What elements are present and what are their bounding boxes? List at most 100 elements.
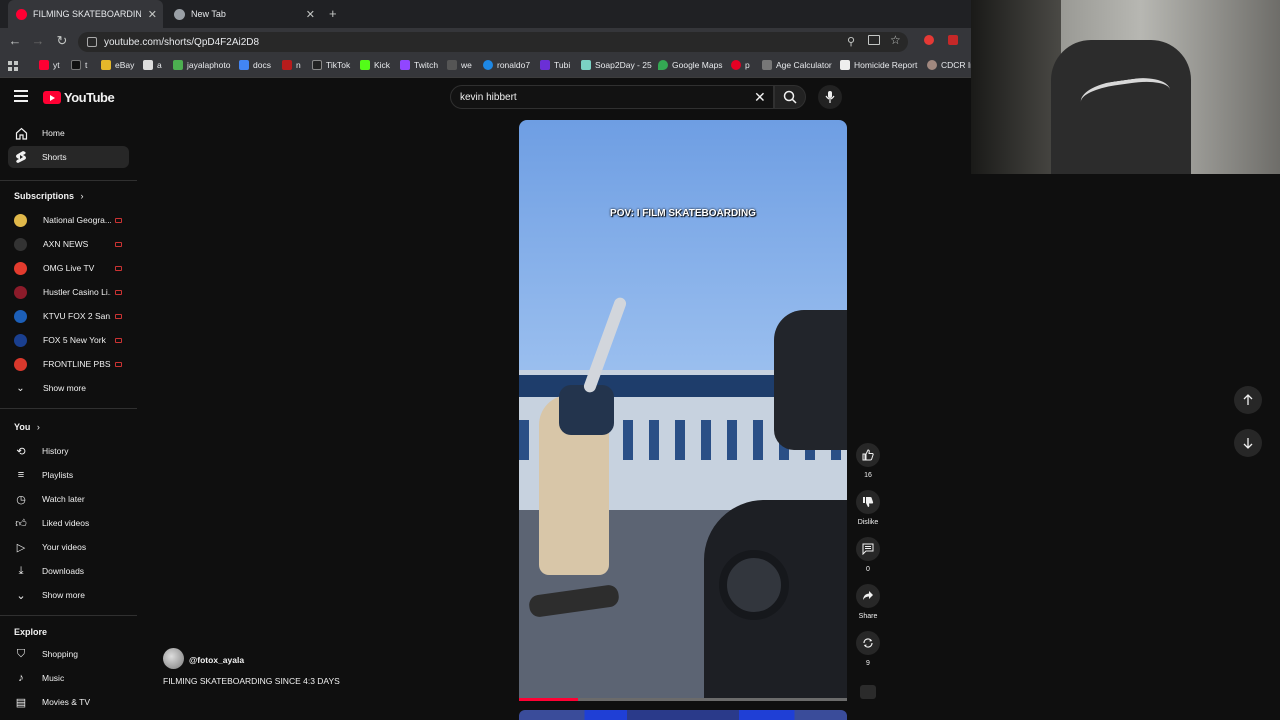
progress-track[interactable]	[519, 698, 847, 701]
skater-shape	[559, 385, 614, 435]
sidebar-item-liked-videos[interactable]: 👍︎ Liked videos	[8, 512, 129, 534]
next-short-preview[interactable]	[519, 710, 847, 720]
remix-button[interactable]: 9	[856, 631, 880, 667]
bookmark-item[interactable]: n	[282, 60, 301, 70]
tab-new-tab[interactable]: New Tab ✕	[166, 0, 321, 28]
sidebar-item-downloads[interactable]: ⤓ Downloads	[8, 560, 129, 582]
sidebar-item-movies-tv[interactable]: ▤ Movies & TV	[8, 691, 129, 713]
channel-avatar-icon	[14, 357, 27, 371]
bookmark-star-icon[interactable]: ☆	[890, 33, 901, 47]
extension-icon[interactable]	[924, 35, 934, 45]
sidebar-item-watch-later[interactable]: ◷ Watch later	[8, 488, 129, 510]
reload-icon[interactable]: ↻	[53, 33, 71, 49]
close-tab-icon[interactable]: ✕	[306, 8, 315, 21]
sidebar-item-show-more[interactable]: ⌄ Show more	[8, 584, 129, 606]
bookmark-item[interactable]: TikTok	[312, 60, 350, 70]
sidebar-divider	[0, 408, 137, 409]
subscriptions-heading[interactable]: Subscriptions ›	[14, 191, 84, 201]
sidebar-item-home[interactable]: Home	[8, 122, 129, 144]
show-more-subscriptions[interactable]: ⌄ Show more	[14, 379, 134, 397]
url-text: youtube.com/shorts/QpD4F2Ai2D8	[104, 36, 260, 48]
sidebar-divider	[0, 615, 137, 616]
arrow-down-icon	[1243, 438, 1253, 449]
share-button[interactable]: Share	[856, 584, 880, 620]
sound-thumbnail-icon[interactable]	[860, 685, 876, 699]
channel-avatar[interactable]	[163, 648, 184, 669]
bookmark-item[interactable]: t	[71, 60, 87, 70]
youtube-logo[interactable]: YouTube	[43, 90, 115, 105]
you-heading[interactable]: You ›	[14, 422, 40, 432]
sidebar-item-shorts[interactable]: Shorts	[8, 146, 129, 168]
bookmark-item[interactable]: docs	[239, 60, 271, 70]
live-indicator-icon	[115, 289, 122, 295]
subscription-item[interactable]: National Geogra...	[14, 211, 134, 229]
comments-button[interactable]: 0	[856, 537, 880, 573]
bookmark-item[interactable]: Age Calculator	[762, 60, 832, 70]
bookmark-item[interactable]: a	[143, 60, 162, 70]
sidebar-item-history[interactable]: ⟲ History	[8, 440, 129, 462]
tab-youtube-short[interactable]: FILMING SKATEBOARDING SIN ✕	[8, 0, 163, 28]
like-button[interactable]: 16	[856, 443, 880, 479]
channel-name[interactable]: @fotox_ayala	[189, 655, 244, 665]
subscription-item[interactable]: FRONTLINE PBS ...	[14, 355, 134, 373]
sidebar-item-shopping[interactable]: ⛉ Shopping	[8, 643, 129, 665]
bookmark-item[interactable]: Kick	[360, 60, 390, 70]
forward-arrow-icon[interactable]: →	[29, 33, 47, 48]
search-query: kevin hibbert	[460, 91, 517, 103]
voice-search-button[interactable]	[818, 85, 842, 109]
dislike-button[interactable]: Dislike	[856, 490, 880, 526]
close-tab-icon[interactable]: ✕	[148, 8, 157, 21]
bookmark-item[interactable]: eBay	[101, 60, 134, 70]
new-tab-button[interactable]: +	[329, 6, 337, 21]
subscription-item[interactable]: FOX 5 New York	[14, 331, 134, 349]
bookmark-item[interactable]: p	[731, 60, 750, 70]
address-bar[interactable]: youtube.com/shorts/QpD4F2Ai2D8	[78, 32, 908, 52]
subscription-item[interactable]: KTVU FOX 2 San...	[14, 307, 134, 325]
bookmark-favicon-icon	[927, 60, 937, 70]
bookmark-item[interactable]: CDCR In	[927, 60, 975, 70]
bookmark-favicon-icon	[483, 60, 493, 70]
playlists-icon: ≡	[17, 469, 25, 481]
install-app-icon[interactable]	[868, 35, 880, 45]
next-short-button[interactable]	[1234, 429, 1262, 457]
search-button[interactable]	[774, 85, 806, 109]
sidebar-item-music[interactable]: ♪ Music	[8, 667, 129, 689]
globe-icon	[174, 8, 185, 20]
home-icon	[14, 126, 28, 140]
pinterest-icon	[731, 60, 741, 70]
apps-grid-icon[interactable]	[8, 61, 18, 71]
subscription-item[interactable]: Hustler Casino Li...	[14, 283, 134, 301]
channel-avatar-icon	[14, 333, 27, 347]
clear-search-icon[interactable]: ✕	[754, 89, 766, 106]
back-arrow-icon[interactable]: ←	[6, 33, 24, 48]
bookmark-item[interactable]: Google Maps	[658, 60, 723, 70]
youtube-icon	[39, 60, 49, 70]
docs-icon	[239, 60, 249, 70]
short-video-player[interactable]: POV: I FILM SKATEBOARDING	[519, 120, 847, 701]
sidebar-item-your-videos[interactable]: ▷ Your videos	[8, 536, 129, 558]
bookmark-item[interactable]: jayalaphoto	[173, 60, 230, 70]
site-info-icon[interactable]	[87, 37, 97, 47]
bookmark-item[interactable]: Soap2Day - 25	[581, 60, 652, 70]
chevron-down-icon: ⌄	[16, 589, 26, 602]
arrow-up-icon	[1243, 394, 1253, 405]
extension-icon[interactable]	[948, 35, 958, 45]
downloads-icon: ⤓	[18, 564, 24, 577]
subscription-item[interactable]: OMG Live TV	[14, 259, 134, 277]
bookmark-item[interactable]: Tubi	[540, 60, 570, 70]
bookmark-item[interactable]: we	[447, 60, 472, 70]
live-indicator-icon	[115, 217, 122, 223]
comment-count: 0	[866, 566, 870, 573]
live-indicator-icon	[115, 241, 122, 247]
bookmark-item[interactable]: yt	[39, 60, 60, 70]
search-input[interactable]: kevin hibbert	[450, 85, 774, 109]
channel-avatar-icon	[14, 285, 27, 299]
sidebar-item-playlists[interactable]: ≡ Playlists	[8, 464, 129, 486]
menu-icon[interactable]	[14, 90, 28, 102]
bookmark-item[interactable]: Twitch	[400, 60, 438, 70]
bookmark-item[interactable]: ronaldo7	[483, 60, 530, 70]
previous-short-button[interactable]	[1234, 386, 1262, 414]
bookmark-item[interactable]: Homicide Report	[840, 60, 917, 70]
subscription-item[interactable]: AXN NEWS	[14, 235, 134, 253]
zoom-icon[interactable]: ⚲	[847, 35, 855, 48]
